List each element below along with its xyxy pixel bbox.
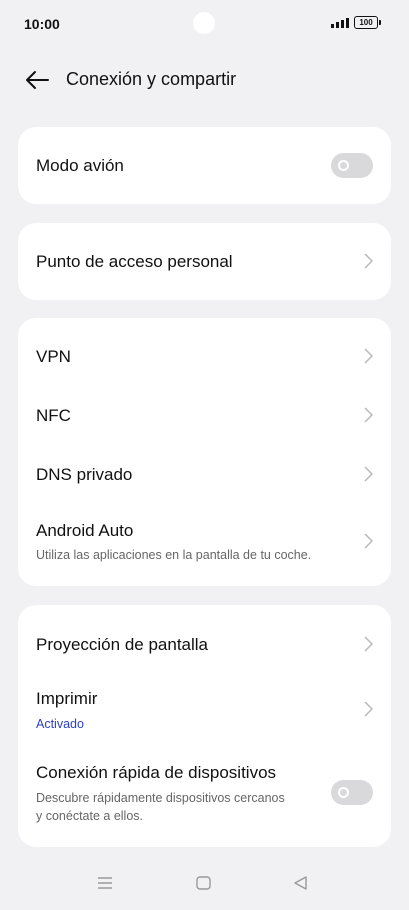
quick-connect-description-line1: Descubre rápidamente dispositivos cercan… bbox=[36, 791, 285, 805]
print-label: Imprimir bbox=[36, 689, 98, 708]
airplane-card: Modo avión bbox=[18, 127, 391, 204]
hotspot-label: Punto de acceso personal bbox=[36, 252, 233, 271]
airplane-mode-label: Modo avión bbox=[36, 156, 124, 175]
nfc-label: NFC bbox=[36, 406, 71, 425]
airplane-mode-row[interactable]: Modo avión bbox=[18, 127, 391, 204]
camera-cutout bbox=[193, 12, 215, 34]
screencast-label: Proyección de pantalla bbox=[36, 635, 209, 654]
navigation-bar bbox=[0, 860, 409, 910]
status-time: 10:00 bbox=[24, 16, 60, 32]
chevron-right-icon bbox=[364, 466, 373, 482]
menu-icon[interactable] bbox=[97, 876, 113, 890]
chevron-right-icon bbox=[364, 701, 373, 717]
airplane-mode-toggle[interactable] bbox=[331, 153, 373, 178]
vpn-label: VPN bbox=[36, 347, 71, 366]
android-auto-row[interactable]: Android Auto Utiliza las aplicaciones en… bbox=[18, 508, 391, 578]
private-dns-label: DNS privado bbox=[36, 465, 133, 484]
chevron-right-icon bbox=[364, 253, 373, 269]
network-card: VPN NFC DNS privado Android Auto Utiliza… bbox=[18, 318, 391, 586]
nfc-row[interactable]: NFC bbox=[18, 387, 391, 445]
quick-connect-row[interactable]: Conexión rápida de dispositivos Descubre… bbox=[18, 751, 391, 841]
devices-card: Proyección de pantalla Imprimir Activado… bbox=[18, 605, 391, 847]
hotspot-row[interactable]: Punto de acceso personal bbox=[18, 223, 391, 300]
quick-connect-toggle[interactable] bbox=[331, 780, 373, 805]
chevron-right-icon bbox=[364, 348, 373, 364]
back-triangle-icon[interactable] bbox=[293, 876, 308, 890]
screencast-row[interactable]: Proyección de pantalla bbox=[18, 615, 391, 673]
android-auto-description: Utiliza las aplicaciones en la pantalla … bbox=[36, 548, 312, 562]
home-icon[interactable] bbox=[196, 876, 211, 890]
quick-connect-label: Conexión rápida de dispositivos bbox=[36, 763, 277, 782]
battery-level: 100 bbox=[359, 18, 373, 27]
status-bar: 10:00 100 bbox=[0, 0, 409, 48]
vpn-row[interactable]: VPN bbox=[18, 328, 391, 386]
android-auto-label: Android Auto bbox=[36, 521, 134, 540]
chevron-right-icon bbox=[364, 533, 373, 549]
toggle-knob bbox=[338, 787, 349, 798]
quick-connect-description-line2: y conéctate a ellos. bbox=[36, 809, 144, 823]
toggle-knob bbox=[338, 160, 349, 171]
page-title: Conexión y compartir bbox=[66, 69, 237, 89]
header: Conexión y compartir bbox=[0, 58, 409, 102]
print-row[interactable]: Imprimir Activado bbox=[18, 675, 391, 741]
battery-icon: 100 bbox=[354, 16, 381, 29]
hotspot-card: Punto de acceso personal bbox=[18, 223, 391, 300]
chevron-right-icon bbox=[364, 407, 373, 423]
signal-icon bbox=[331, 18, 349, 28]
back-arrow-icon[interactable] bbox=[24, 68, 50, 92]
chevron-right-icon bbox=[364, 636, 373, 652]
private-dns-row[interactable]: DNS privado bbox=[18, 446, 391, 504]
print-status: Activado bbox=[36, 717, 84, 731]
